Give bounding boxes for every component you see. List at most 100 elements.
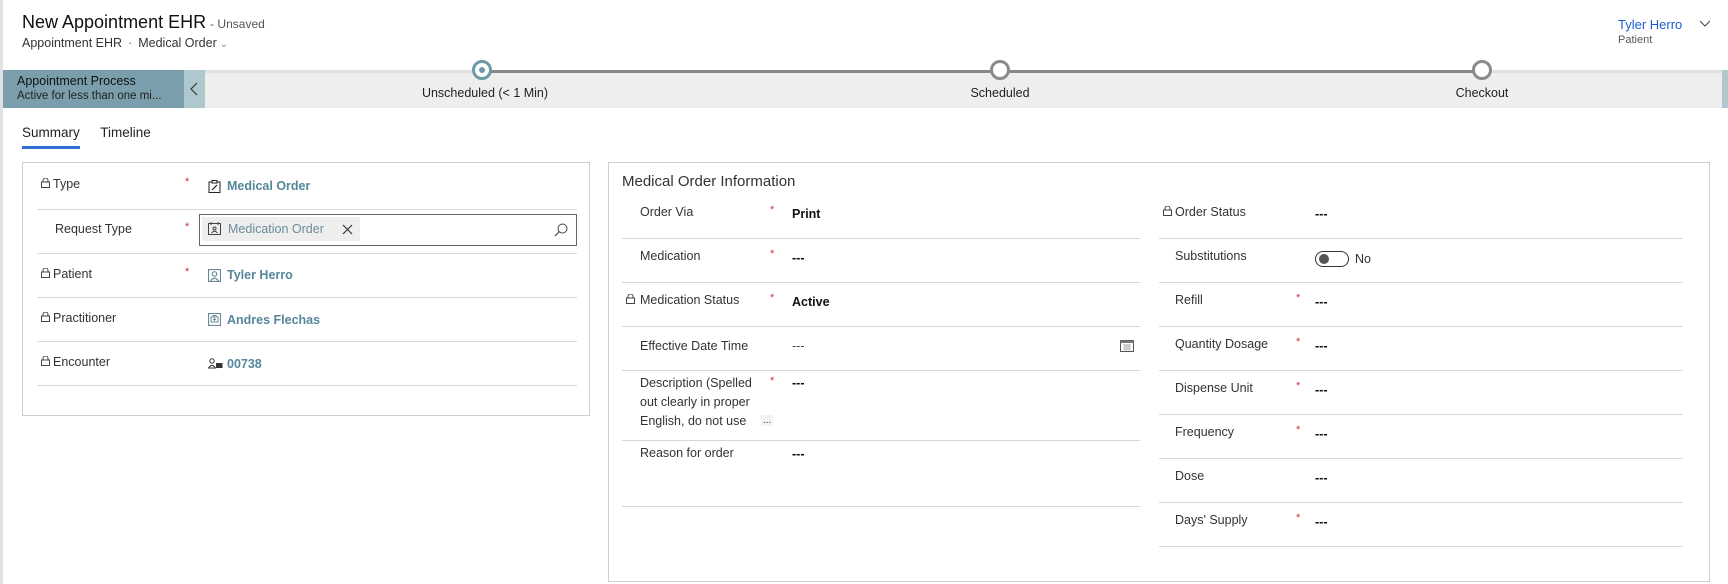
- field-row-dose: Dose ---: [1159, 459, 1683, 503]
- practitioner-value-link[interactable]: Andres Flechas: [227, 313, 320, 327]
- field-row-refill: Refill * ---: [1159, 283, 1683, 327]
- chevron-down-icon: ⌄: [219, 39, 229, 50]
- substitutions-toggle[interactable]: [1315, 251, 1349, 267]
- page-title: New Appointment EHR - Unsaved: [22, 12, 265, 33]
- field-row-dispense-unit: Dispense Unit * ---: [1159, 371, 1683, 415]
- stage-node-checkout[interactable]: [1472, 60, 1492, 80]
- medical-order-section: Medical Order Information Order Via * Pr…: [608, 162, 1710, 582]
- field-row-encounter: Encounter 00738: [37, 342, 577, 386]
- encounter-value-link[interactable]: 00738: [227, 357, 262, 371]
- reason-for-order-input[interactable]: ---: [792, 447, 805, 461]
- field-label-quantity-dosage: Quantity Dosage: [1175, 337, 1269, 351]
- process-name: Appointment Process: [17, 74, 136, 88]
- substitutions-toggle-label: No: [1355, 252, 1371, 266]
- remove-tag-close-icon[interactable]: [342, 224, 353, 235]
- order-via-select[interactable]: Print: [792, 207, 820, 221]
- lock-icon: [41, 178, 50, 188]
- required-indicator: *: [1296, 336, 1301, 348]
- field-row-frequency: Frequency * ---: [1159, 415, 1683, 459]
- search-icon[interactable]: [554, 223, 568, 237]
- field-row-practitioner: Practitioner Andres Flechas: [37, 298, 577, 342]
- field-label-encounter: Encounter: [53, 355, 110, 369]
- stage-connector-line: [482, 70, 1482, 73]
- stage-label-unscheduled[interactable]: Unscheduled (< 1 Min): [422, 86, 548, 100]
- required-indicator: *: [1296, 424, 1301, 436]
- record-title: New Appointment EHR: [22, 12, 207, 32]
- form-tabs: Summary Timeline: [22, 124, 167, 149]
- request-type-tag[interactable]: Medication Order: [202, 217, 360, 241]
- lock-icon: [41, 312, 50, 322]
- field-label-practitioner: Practitioner: [53, 311, 117, 325]
- field-row-days-supply: Days' Supply * ---: [1159, 503, 1683, 547]
- expand-header-chevron-icon[interactable]: [1700, 18, 1710, 28]
- refill-input[interactable]: ---: [1315, 295, 1328, 309]
- medication-lookup[interactable]: ---: [792, 251, 805, 265]
- description-input[interactable]: ---: [792, 376, 805, 390]
- calendar-icon[interactable]: [1120, 339, 1134, 352]
- stage-label-scheduled[interactable]: Scheduled: [970, 86, 1029, 100]
- days-supply-input[interactable]: ---: [1315, 515, 1328, 529]
- field-label-order-status: Order Status: [1175, 205, 1246, 219]
- process-next-edge[interactable]: [1722, 70, 1728, 108]
- entity-name: Appointment EHR: [22, 36, 123, 50]
- dispense-unit-input[interactable]: ---: [1315, 383, 1328, 397]
- required-indicator: *: [770, 204, 775, 216]
- clipboard-icon: [208, 180, 221, 193]
- field-row-substitutions: Substitutions No: [1159, 239, 1683, 283]
- save-status: - Unsaved: [210, 17, 265, 31]
- field-label-days-supply: Days' Supply: [1175, 513, 1248, 527]
- required-indicator: *: [770, 248, 775, 260]
- field-row-description: Description (Spelled out clearly in prop…: [622, 371, 1140, 441]
- stage-node-unscheduled[interactable]: [472, 60, 492, 80]
- label-overflow-ellipsis[interactable]: ...: [761, 415, 774, 426]
- field-row-order-via: Order Via * Print: [622, 195, 1140, 239]
- owner-link[interactable]: Tyler Herro: [1618, 17, 1682, 32]
- request-type-value: Medication Order: [228, 222, 324, 236]
- tab-summary[interactable]: Summary: [22, 125, 80, 149]
- required-indicator: *: [185, 266, 190, 278]
- breadcrumb-separator: ·: [128, 36, 133, 50]
- chevron-left-icon: [190, 82, 198, 96]
- effective-date-input[interactable]: ---: [792, 339, 805, 353]
- field-row-order-status: Order Status ---: [1159, 195, 1683, 239]
- stage-label-checkout[interactable]: Checkout: [1456, 86, 1509, 100]
- field-label-effective-date-time: Effective Date Time: [640, 339, 749, 353]
- form-selector-label: Medical Order: [138, 36, 217, 50]
- medication-status-value: Active: [792, 295, 830, 309]
- form-selector[interactable]: Medical Order ⌄: [138, 36, 228, 50]
- lock-icon: [626, 294, 635, 304]
- required-indicator: *: [1296, 380, 1301, 392]
- encounter-icon: [208, 358, 223, 369]
- required-indicator: *: [770, 292, 775, 304]
- quantity-dosage-input[interactable]: ---: [1315, 339, 1328, 353]
- required-indicator: *: [1296, 512, 1301, 524]
- patient-icon: [208, 269, 221, 282]
- summary-section: Type * Medical Order Request Type * Medi…: [22, 162, 590, 416]
- frequency-input[interactable]: ---: [1315, 427, 1328, 441]
- field-label-frequency: Frequency: [1175, 425, 1235, 439]
- form-header: New Appointment EHR - Unsaved Appointment…: [22, 12, 265, 50]
- section-title: Medical Order Information: [622, 173, 796, 190]
- field-label-refill: Refill: [1175, 293, 1203, 307]
- practitioner-icon: [208, 313, 221, 326]
- request-type-lookup[interactable]: Medication Order: [199, 214, 577, 246]
- tab-timeline[interactable]: Timeline: [100, 125, 151, 140]
- field-row-effective-date-time: Effective Date Time ---: [622, 327, 1140, 371]
- field-label-medication: Medication: [640, 249, 701, 263]
- dose-input[interactable]: ---: [1315, 471, 1328, 485]
- order-status-value: ---: [1315, 207, 1328, 221]
- process-name-flyout[interactable]: Appointment Process Active for less than…: [3, 70, 184, 108]
- field-row-medication: Medication * ---: [622, 239, 1140, 283]
- medication-order-icon: [208, 222, 221, 235]
- field-row-request-type: Request Type * Medication Order: [37, 210, 577, 254]
- field-label-type: Type: [53, 177, 81, 191]
- required-indicator: *: [185, 221, 190, 233]
- stage-node-scheduled[interactable]: [990, 60, 1010, 80]
- owner-role: Patient: [1618, 34, 1653, 46]
- type-value-link[interactable]: Medical Order: [227, 179, 310, 193]
- process-collapse-button[interactable]: [184, 70, 205, 108]
- field-label-order-via: Order Via: [640, 205, 694, 219]
- field-row-quantity-dosage: Quantity Dosage * ---: [1159, 327, 1683, 371]
- lock-icon: [41, 268, 50, 278]
- patient-value-link[interactable]: Tyler Herro: [227, 268, 293, 282]
